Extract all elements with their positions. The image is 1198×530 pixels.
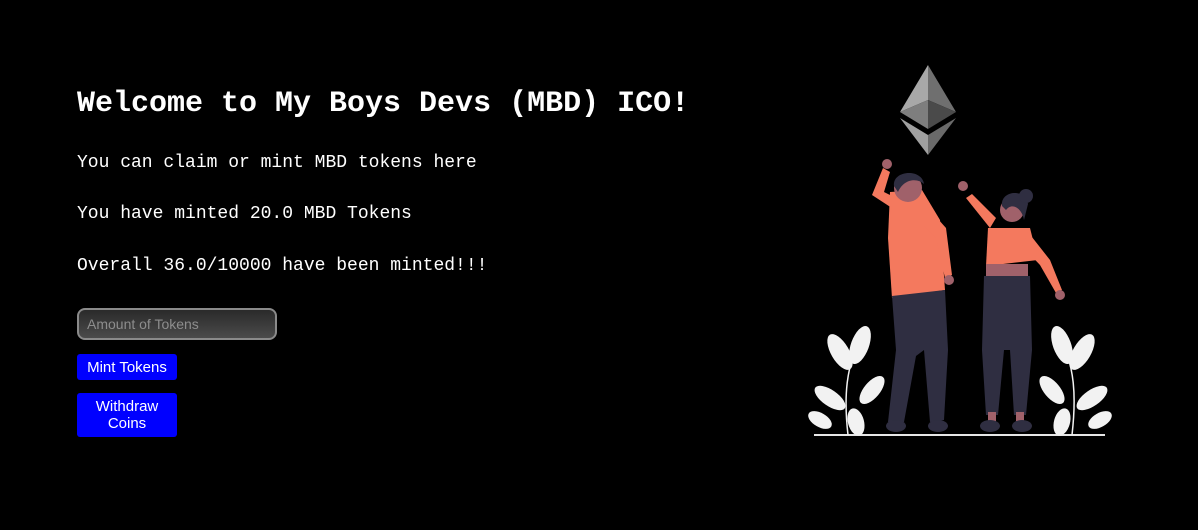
main-content: Welcome to My Boys Devs (MBD) ICO! You c… [77, 84, 777, 437]
page-title: Welcome to My Boys Devs (MBD) ICO! [77, 87, 690, 121]
crypto-illustration [808, 65, 1112, 436]
user-minted-text: You have minted 20.0 MBD Tokens [77, 204, 412, 224]
left-plant [808, 325, 885, 436]
ethereum-logo-icon [900, 65, 956, 155]
man-figure [872, 159, 954, 432]
overall-minted-text: Overall 36.0/10000 have been minted!!! [77, 256, 488, 276]
right-plant [1039, 325, 1112, 436]
page: Welcome to My Boys Devs (MBD) ICO! You c… [0, 0, 1198, 530]
amount-of-tokens-input[interactable] [77, 308, 277, 340]
mint-tokens-button[interactable]: Mint Tokens [77, 354, 177, 380]
withdraw-coins-button[interactable]: Withdraw Coins [77, 393, 177, 437]
amount-input-wrapper [77, 308, 277, 340]
intro-text: You can claim or mint MBD tokens here [77, 153, 477, 173]
